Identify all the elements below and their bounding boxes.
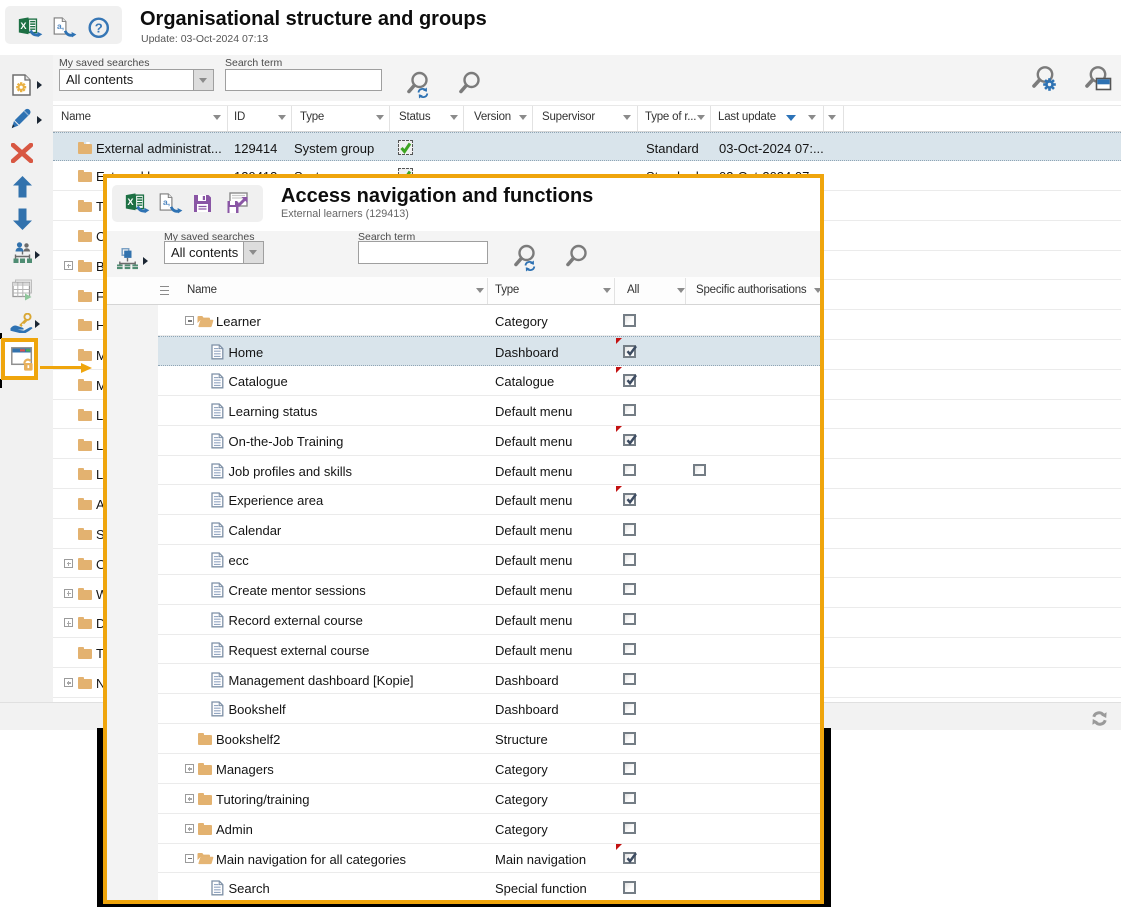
svg-text:a,: a, (57, 20, 64, 30)
svg-text:X: X (20, 21, 27, 31)
svg-text:X: X (127, 197, 134, 207)
svg-text:?: ? (95, 20, 103, 35)
svg-text:a,: a, (163, 197, 170, 207)
